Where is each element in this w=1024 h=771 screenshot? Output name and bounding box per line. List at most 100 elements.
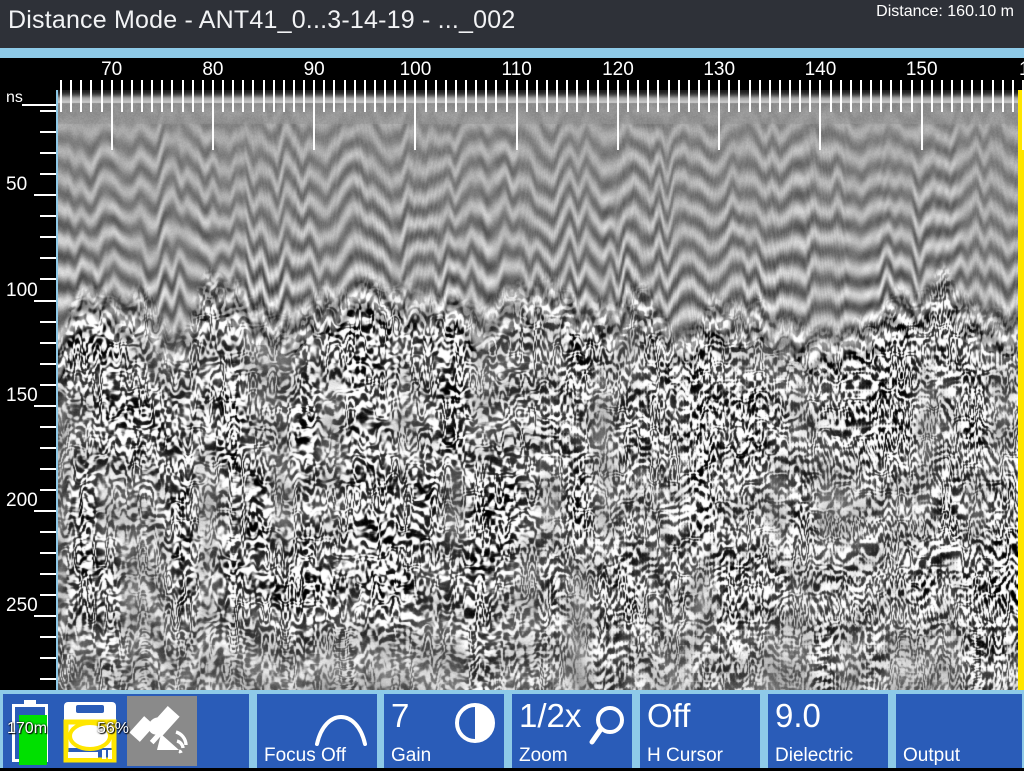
x-axis-minor-tick	[1001, 80, 1004, 90]
x-axis-minor-tick	[343, 80, 346, 90]
y-axis-minor-tick	[40, 678, 56, 681]
zoom-button[interactable]: 1/2x Zoom	[512, 694, 632, 768]
dielectric-button[interactable]: 9.0 Dielectric	[768, 694, 888, 768]
x-axis-minor-tick	[667, 80, 670, 90]
radargram-canvas[interactable]	[58, 90, 1024, 690]
x-axis-major-tick	[718, 80, 721, 90]
x-axis-minor-tick	[120, 80, 123, 90]
x-axis-major-tick	[515, 80, 518, 90]
storage-label: 56%	[97, 720, 130, 737]
x-axis-tick-label: 80	[202, 59, 224, 80]
x-axis-minor-tick	[708, 80, 711, 90]
x-axis-minor-tick	[768, 80, 771, 90]
x-axis-tick-label: 130	[703, 59, 736, 80]
x-axis-minor-tick	[657, 80, 660, 90]
x-axis-minor-tick	[252, 80, 255, 90]
x-axis-minor-tick	[576, 80, 579, 90]
x-axis-tick-label: 90	[303, 59, 325, 80]
status-indicator-group[interactable]: 170m 56%	[3, 694, 249, 768]
x-axis-minor-tick	[363, 80, 366, 90]
x-axis-minor-tick	[606, 80, 609, 90]
x-axis-minor-tick	[525, 80, 528, 90]
x-axis-minor-tick	[80, 80, 83, 90]
battery-label: 170m	[7, 720, 48, 737]
x-axis-minor-tick	[758, 80, 761, 90]
x-axis-minor-tick	[262, 80, 265, 90]
x-axis-minor-tick	[961, 80, 964, 90]
current-position-marker	[1018, 90, 1024, 690]
x-axis-minor-tick	[809, 80, 812, 90]
x-axis-minor-tick	[404, 80, 407, 90]
x-axis-major-tick	[110, 80, 113, 90]
x-axis-minor-tick	[282, 80, 285, 90]
x-axis-minor-tick	[829, 80, 832, 90]
x-axis-minor-tick	[1011, 80, 1014, 90]
satellite-icon	[127, 696, 197, 766]
h-cursor-label: H Cursor	[647, 745, 724, 766]
x-axis-tick-label: 120	[602, 59, 634, 80]
x-axis-minor-tick	[859, 80, 862, 90]
y-axis-minor-tick	[40, 215, 56, 218]
y-axis-minor-tick	[40, 531, 56, 534]
x-axis-major-tick	[819, 80, 822, 90]
bottom-toolbar: 170m 56% Focus Off 7 Gain 1/2x Zoom Off …	[0, 690, 1024, 768]
title-bar: Distance Mode - ANT41_0...3-14-19 - ..._…	[0, 0, 1024, 48]
y-axis-minor-tick	[40, 152, 56, 155]
x-axis: m 708090100110120130140150160	[0, 58, 1024, 90]
x-axis-minor-tick	[303, 80, 306, 90]
x-axis-minor-tick	[849, 80, 852, 90]
output-button[interactable]: Output	[896, 694, 1022, 768]
x-axis-minor-tick	[687, 80, 690, 90]
y-axis-minor-tick	[40, 383, 56, 386]
dielectric-label: Dielectric	[775, 745, 854, 766]
x-axis-minor-tick	[748, 80, 751, 90]
x-axis-minor-tick	[434, 80, 437, 90]
x-axis-minor-tick	[191, 80, 194, 90]
x-axis-minor-tick	[232, 80, 235, 90]
x-axis-minor-tick	[647, 80, 650, 90]
x-axis-tick-label: 70	[101, 59, 123, 80]
gain-value: 7	[391, 697, 410, 734]
x-axis-minor-tick	[222, 80, 225, 90]
x-axis-minor-tick	[880, 80, 883, 90]
x-axis-minor-tick	[444, 80, 447, 90]
page-title: Distance Mode - ANT41_0...3-14-19 - ..._…	[8, 6, 516, 34]
x-axis-tick-label: 100	[399, 59, 432, 80]
x-axis-minor-tick	[333, 80, 336, 90]
radargram-panel: m 708090100110120130140150160 ns 5010015…	[0, 58, 1024, 690]
x-axis-minor-tick	[586, 80, 589, 90]
y-axis-tick-label: 50	[6, 174, 28, 196]
x-axis-minor-tick	[130, 80, 133, 90]
focus-button[interactable]: Focus Off	[257, 694, 377, 768]
y-axis-tick-label: 150	[6, 384, 38, 406]
x-axis-minor-tick	[738, 80, 741, 90]
y-axis-zero-tick	[22, 104, 56, 106]
x-axis-minor-tick	[454, 80, 457, 90]
x-axis-minor-tick	[100, 80, 103, 90]
y-axis-tick-label: 200	[6, 490, 38, 512]
y-axis-minor-tick	[40, 257, 56, 260]
output-label: Output	[903, 745, 961, 766]
x-axis-minor-tick	[485, 80, 488, 90]
x-axis-major-tick	[616, 80, 619, 90]
x-axis-minor-tick	[171, 80, 174, 90]
y-axis-minor-tick	[40, 657, 56, 660]
x-axis-major-tick	[920, 80, 923, 90]
y-axis-minor-tick	[40, 467, 56, 470]
radargram-image-frame[interactable]	[56, 90, 1024, 690]
x-axis-minor-tick	[272, 80, 275, 90]
x-axis-minor-tick	[70, 80, 73, 90]
y-axis-minor-tick	[40, 110, 56, 113]
x-axis-minor-tick	[161, 80, 164, 90]
x-axis-minor-tick	[971, 80, 974, 90]
h-cursor-button[interactable]: Off H Cursor	[640, 694, 760, 768]
x-axis-minor-tick	[697, 80, 700, 90]
x-axis-minor-tick	[373, 80, 376, 90]
zoom-value: 1/2x	[519, 697, 582, 734]
x-axis-major-tick	[211, 80, 214, 90]
y-axis-minor-tick	[40, 131, 56, 134]
gain-button[interactable]: 7 Gain	[384, 694, 504, 768]
x-axis-minor-tick	[991, 80, 994, 90]
x-axis-minor-tick	[596, 80, 599, 90]
y-axis-minor-tick	[40, 278, 56, 281]
